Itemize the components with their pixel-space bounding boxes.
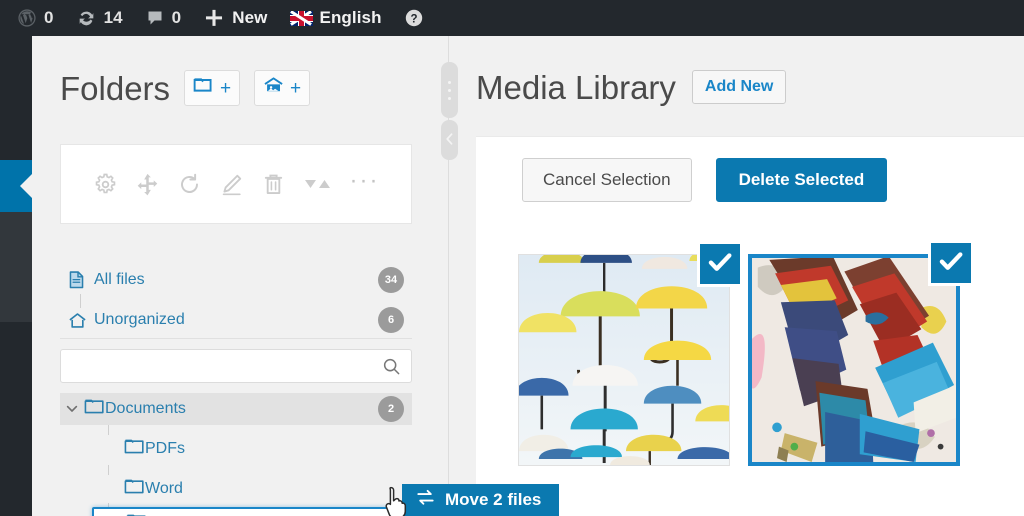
menu-section-submenu[interactable]	[0, 212, 32, 322]
menu-section-top[interactable]	[0, 36, 32, 160]
folders-panel: Folders + + ··· All files 34 Unorganized…	[32, 36, 436, 516]
folder-icon	[84, 398, 105, 420]
folders-header: Folders + +	[60, 69, 311, 107]
folder-search[interactable]	[60, 349, 412, 383]
new-gallery-button[interactable]: +	[254, 70, 311, 106]
selection-checkbox[interactable]	[928, 240, 974, 286]
paintbrushes-thumbnail[interactable]	[748, 240, 974, 466]
page-title: Folders	[60, 69, 171, 107]
new-folder-button[interactable]: +	[184, 70, 241, 106]
add-new-button[interactable]: Add New	[691, 70, 787, 104]
delete-selected-button[interactable]: Delete Selected	[715, 157, 888, 202]
folder-item-label: PDFs	[145, 440, 185, 457]
gallery-folder-icon	[263, 76, 286, 100]
help-icon: ?	[404, 8, 424, 28]
folder-item-count: 34	[378, 267, 404, 293]
chevron-down-icon[interactable]	[60, 402, 84, 416]
check-icon	[707, 249, 733, 280]
media-grid	[476, 222, 1024, 516]
wordpress-icon	[17, 8, 37, 28]
wp-admin-menu[interactable]	[0, 36, 32, 516]
drag-move-badge: Move 2 files	[402, 484, 560, 516]
grip-dot-icon	[448, 80, 451, 84]
wp-admin-bar: 0 14 0 New English ?	[0, 0, 1024, 36]
search-input[interactable]	[61, 350, 377, 382]
site-health-count: 0	[44, 8, 54, 27]
folder-plus-icon	[193, 76, 216, 100]
folder-item-label: Unorganized	[94, 311, 185, 328]
bulk-actions-bar: Cancel Selection Delete Selected	[476, 136, 1024, 222]
folders-divider	[60, 338, 412, 339]
menu-section-bottom[interactable]	[0, 322, 32, 516]
folder-item-word[interactable]: Word	[90, 473, 412, 505]
updates-count: 14	[103, 8, 123, 27]
folder-item-count: 2	[378, 396, 404, 422]
new-label: New	[232, 8, 268, 27]
plus-icon	[203, 7, 225, 29]
drag-move-label: Move 2 files	[445, 490, 542, 509]
media-page-title: Media Library	[476, 68, 676, 106]
comment-icon	[145, 8, 165, 28]
folder-item-others-drop-target[interactable]: Others	[92, 507, 422, 516]
comments-item[interactable]: 0	[134, 0, 193, 36]
help-item[interactable]: ?	[393, 0, 435, 36]
trash-icon[interactable]	[261, 172, 286, 197]
folder-item-label: All files	[94, 271, 145, 288]
umbrellas-thumbnail[interactable]	[518, 241, 743, 466]
refresh-icon[interactable]	[177, 172, 202, 197]
folder-item-label: Word	[145, 480, 183, 497]
media-header: Media Library Add New	[476, 68, 787, 106]
cancel-selection-button[interactable]: Cancel Selection	[522, 157, 692, 202]
new-gallery-plus-label: +	[289, 77, 302, 99]
folder-icon	[124, 438, 145, 460]
menu-active-arrow-icon	[20, 174, 32, 198]
splitter-drag-handle[interactable]	[441, 62, 458, 118]
collapse-panel-button[interactable]	[441, 120, 458, 160]
language-item[interactable]: English	[279, 0, 393, 36]
file-icon	[68, 270, 94, 290]
app-screenshot: 0 14 0 New English ? Folders + + ··· All…	[0, 0, 1024, 516]
settings-icon[interactable]	[93, 172, 118, 197]
folder-item-documents[interactable]: Documents 2	[60, 393, 412, 425]
move-icon[interactable]	[135, 172, 160, 197]
svg-text:?: ?	[410, 13, 417, 25]
folder-item-label: Documents	[105, 400, 186, 417]
media-library-area: Media Library Add New Cancel Selection D…	[462, 36, 1024, 516]
flag-uk-icon	[289, 10, 313, 26]
folder-icon	[124, 478, 145, 500]
check-icon	[938, 248, 964, 279]
chevron-left-icon	[444, 132, 455, 149]
search-icon[interactable]	[382, 357, 401, 381]
site-health-item[interactable]: 0	[6, 0, 65, 36]
updates-icon	[76, 8, 97, 29]
panel-splitter[interactable]	[436, 36, 462, 516]
selection-checkbox[interactable]	[697, 241, 743, 287]
comments-count: 0	[171, 8, 182, 27]
folder-special-list: All files 34 Unorganized 6	[60, 264, 412, 336]
folder-item-count: 6	[378, 307, 404, 333]
paintbrushes-image	[752, 258, 956, 462]
page-canvas: Folders + + ··· All files 34 Unorganized…	[32, 36, 1024, 516]
grip-dot-icon	[448, 88, 451, 92]
transfer-icon	[416, 489, 435, 511]
home-icon	[68, 311, 94, 330]
language-label: English	[319, 8, 382, 27]
folder-item-all-files[interactable]: All files 34	[60, 264, 412, 296]
folder-toolbar: ···	[60, 144, 412, 224]
updates-item[interactable]: 14	[65, 0, 134, 36]
folder-item-unorganized[interactable]: Unorganized 6	[60, 304, 412, 336]
folder-item-pdfs[interactable]: PDFs	[90, 433, 412, 465]
edit-icon[interactable]	[219, 172, 244, 197]
grip-dot-icon	[448, 96, 451, 100]
new-folder-plus-label: +	[219, 77, 232, 99]
sort-icon[interactable]	[303, 173, 333, 195]
new-item[interactable]: New	[192, 0, 278, 36]
cursor-pointer-icon	[384, 486, 418, 516]
